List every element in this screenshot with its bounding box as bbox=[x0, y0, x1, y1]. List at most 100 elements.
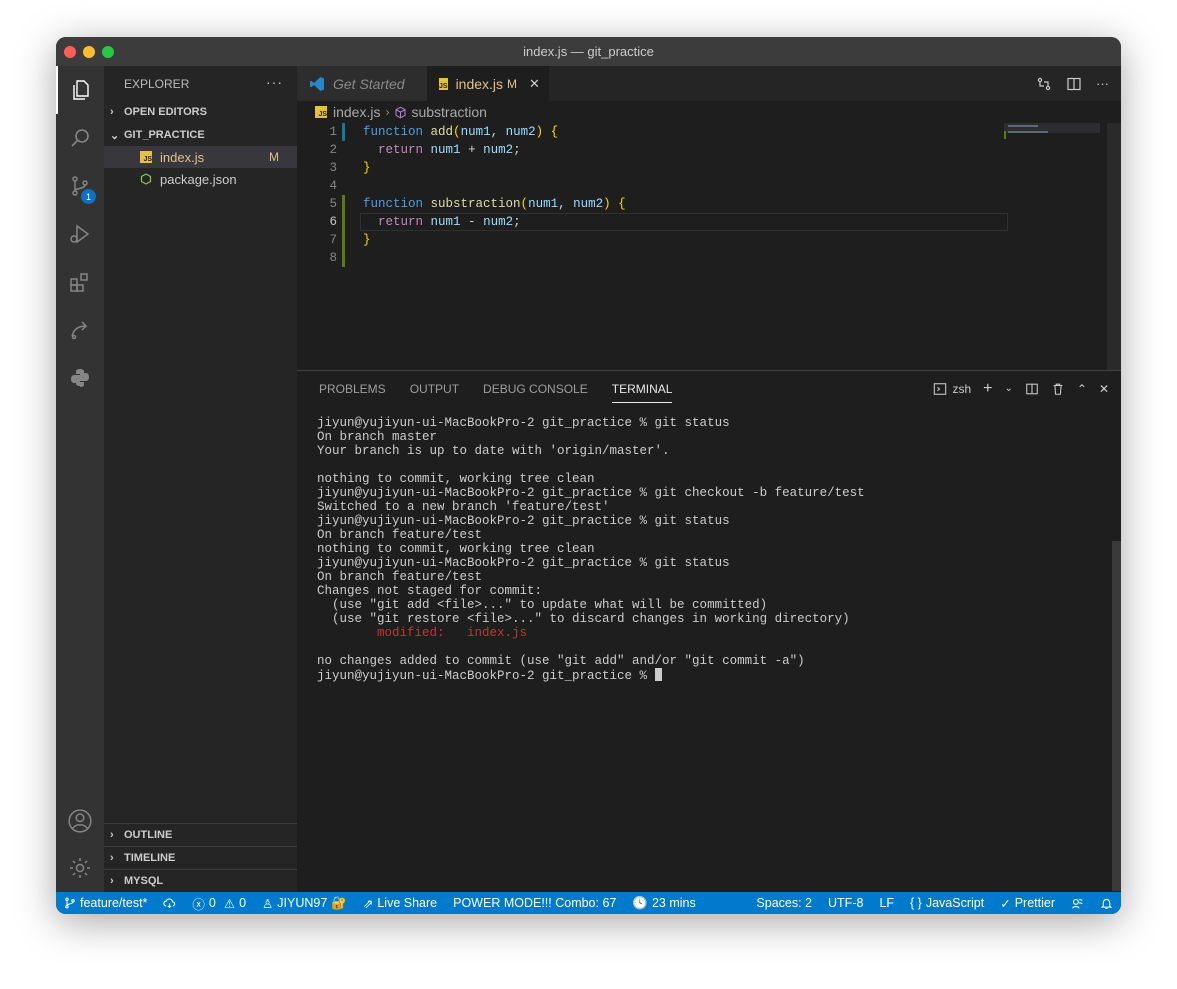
code-editor[interactable]: 1 2 3 4 5 6 7 8 function add(num1, num2)… bbox=[297, 123, 1121, 370]
encoding-status[interactable]: UTF-8 bbox=[820, 896, 871, 910]
method-symbol-icon bbox=[395, 106, 406, 118]
terminal-cursor bbox=[654, 668, 662, 681]
new-terminal-icon[interactable]: + bbox=[983, 380, 992, 398]
minimap[interactable] bbox=[1004, 123, 1108, 370]
tab-index-js[interactable]: JS index.js M ✕ bbox=[427, 66, 549, 101]
breadcrumb-symbol[interactable]: substraction bbox=[411, 104, 486, 120]
split-terminal-icon[interactable] bbox=[1025, 382, 1039, 396]
minimize-window-button[interactable] bbox=[83, 46, 95, 58]
terminal-line: nothing to commit, working tree clean bbox=[317, 542, 595, 556]
split-editor-icon[interactable] bbox=[1066, 76, 1082, 92]
accounts-icon[interactable] bbox=[56, 797, 104, 845]
python-icon[interactable] bbox=[56, 354, 104, 402]
prettier-status[interactable]: ✓ Prettier bbox=[992, 896, 1063, 911]
maximize-window-button[interactable] bbox=[102, 46, 114, 58]
power-mode-status[interactable]: POWER MODE!!! Combo: 67 bbox=[445, 896, 624, 910]
code-line: return num1 + num2; bbox=[378, 143, 521, 157]
code-line: function add(num1, num2) { bbox=[363, 125, 559, 139]
more-actions-icon[interactable]: ··· bbox=[266, 74, 283, 90]
title-bar: index.js — git_practice bbox=[56, 37, 1121, 66]
terminal-line: (use "git add <file>..." to update what … bbox=[317, 598, 768, 612]
settings-gear-icon[interactable] bbox=[56, 844, 104, 892]
more-actions-icon[interactable]: ··· bbox=[1096, 76, 1109, 91]
terminal-line: Changes not staged for commit: bbox=[317, 584, 543, 598]
editor-scrollbar[interactable] bbox=[1107, 123, 1121, 370]
source-control-icon[interactable]: 1 bbox=[56, 162, 104, 210]
tab-debug-console[interactable]: DEBUG CONSOLE bbox=[483, 382, 588, 396]
modified-indicator: M bbox=[507, 76, 518, 91]
time-tracker-status[interactable]: 🕓 23 mins bbox=[624, 896, 703, 911]
section-label: OPEN EDITORS bbox=[124, 106, 207, 118]
timeline-section[interactable]: › TIMELINE bbox=[104, 846, 297, 869]
section-label: OUTLINE bbox=[124, 829, 173, 841]
explorer-icon[interactable] bbox=[56, 66, 104, 114]
terminal-line: Your branch is up to date with 'origin/m… bbox=[317, 444, 670, 458]
terminal-line: jiyun@yujiyun-ui-MacBookPro-2 git_practi… bbox=[317, 486, 865, 500]
eol-status[interactable]: LF bbox=[871, 896, 902, 910]
terminal-line: jiyun@yujiyun-ui-MacBookPro-2 git_practi… bbox=[317, 556, 730, 570]
feedback-icon[interactable] bbox=[1063, 897, 1092, 910]
outline-section[interactable]: › OUTLINE bbox=[104, 823, 297, 846]
terminal-output[interactable]: jiyun@yujiyun-ui-MacBookPro-2 git_practi… bbox=[317, 416, 865, 683]
line-number: 2 bbox=[329, 143, 337, 157]
user-status[interactable]: ♙ JIYUN97 🔐 bbox=[254, 896, 355, 911]
sync-icon[interactable] bbox=[155, 897, 184, 910]
remote-explorer-icon[interactable] bbox=[56, 306, 104, 354]
terminal-line: On branch feature/test bbox=[317, 528, 483, 542]
maximize-panel-icon[interactable]: ⌃ bbox=[1077, 382, 1087, 396]
tab-problems[interactable]: PROBLEMS bbox=[319, 382, 386, 396]
close-panel-icon[interactable]: ✕ bbox=[1099, 382, 1109, 396]
file-item-index-js[interactable]: JS index.js M bbox=[104, 146, 297, 168]
branch-status[interactable]: feature/test* bbox=[56, 896, 155, 910]
share-arrow-icon: ⇗ bbox=[362, 896, 374, 911]
explorer-title: EXPLORER bbox=[124, 76, 190, 91]
breadcrumb: JS index.js › substraction bbox=[297, 101, 1121, 123]
extensions-icon[interactable] bbox=[56, 258, 104, 306]
mysql-section[interactable]: › MYSQL bbox=[104, 869, 297, 892]
trash-icon[interactable] bbox=[1051, 382, 1065, 396]
language-label: JavaScript bbox=[925, 896, 985, 910]
language-status[interactable]: { } JavaScript bbox=[902, 896, 992, 910]
terminal-line: Switched to a new branch 'feature/test' bbox=[317, 500, 610, 514]
section-label: GIT_PRACTICE bbox=[124, 129, 205, 141]
close-tab-icon[interactable]: ✕ bbox=[529, 76, 540, 92]
file-item-package-json[interactable]: package.json bbox=[104, 168, 297, 190]
file-name: package.json bbox=[160, 171, 237, 187]
close-window-button[interactable] bbox=[64, 46, 76, 58]
chevron-right-icon: › bbox=[110, 852, 114, 864]
js-file-icon: JS bbox=[140, 151, 152, 163]
editor-actions: ··· bbox=[1036, 66, 1109, 101]
indentation-status[interactable]: Spaces: 2 bbox=[748, 896, 820, 910]
status-bar-right: Spaces: 2 UTF-8 LF { } JavaScript ✓ Pret… bbox=[748, 892, 1121, 914]
chevron-right-icon: › bbox=[385, 105, 390, 119]
tab-label: Get Started bbox=[333, 75, 405, 92]
terminal-scrollbar[interactable] bbox=[1112, 541, 1121, 891]
code-line: return num1 - num2; bbox=[378, 215, 521, 229]
section-label: MYSQL bbox=[124, 875, 164, 887]
live-share-button[interactable]: ⇗ Live Share bbox=[355, 896, 445, 911]
terminal-icon bbox=[934, 382, 947, 395]
folder-section[interactable]: ⌄ GIT_PRACTICE bbox=[104, 124, 297, 146]
tab-terminal[interactable]: TERMINAL bbox=[611, 382, 673, 403]
breadcrumb-file[interactable]: index.js bbox=[333, 104, 380, 120]
live-share-label: Live Share bbox=[377, 896, 438, 910]
terminal-line: jiyun@yujiyun-ui-MacBookPro-2 git_practi… bbox=[317, 416, 730, 430]
activity-bar: 1 bbox=[56, 66, 104, 892]
open-editors-section[interactable]: › OPEN EDITORS bbox=[104, 101, 297, 123]
check-icon: ✓ bbox=[1000, 896, 1011, 911]
notifications-bell-icon[interactable] bbox=[1092, 897, 1121, 910]
chevron-down-icon[interactable]: ⌄ bbox=[1004, 383, 1012, 394]
tab-label: index.js bbox=[455, 75, 504, 92]
vscode-logo-icon bbox=[310, 76, 324, 91]
terminal-line: On branch master bbox=[317, 430, 438, 444]
search-icon[interactable] bbox=[56, 114, 104, 162]
tab-output[interactable]: OUTPUT bbox=[410, 382, 459, 396]
js-file-icon: JS bbox=[315, 106, 327, 118]
terminal-shell-selector[interactable]: zsh bbox=[933, 382, 971, 396]
tab-get-started[interactable]: Get Started bbox=[297, 66, 427, 101]
open-changes-icon[interactable] bbox=[1036, 76, 1052, 92]
run-debug-icon[interactable] bbox=[56, 210, 104, 258]
nodejs-file-icon bbox=[140, 173, 152, 185]
problems-status[interactable]: ⓧ 0 ⚠ 0 bbox=[184, 894, 254, 913]
